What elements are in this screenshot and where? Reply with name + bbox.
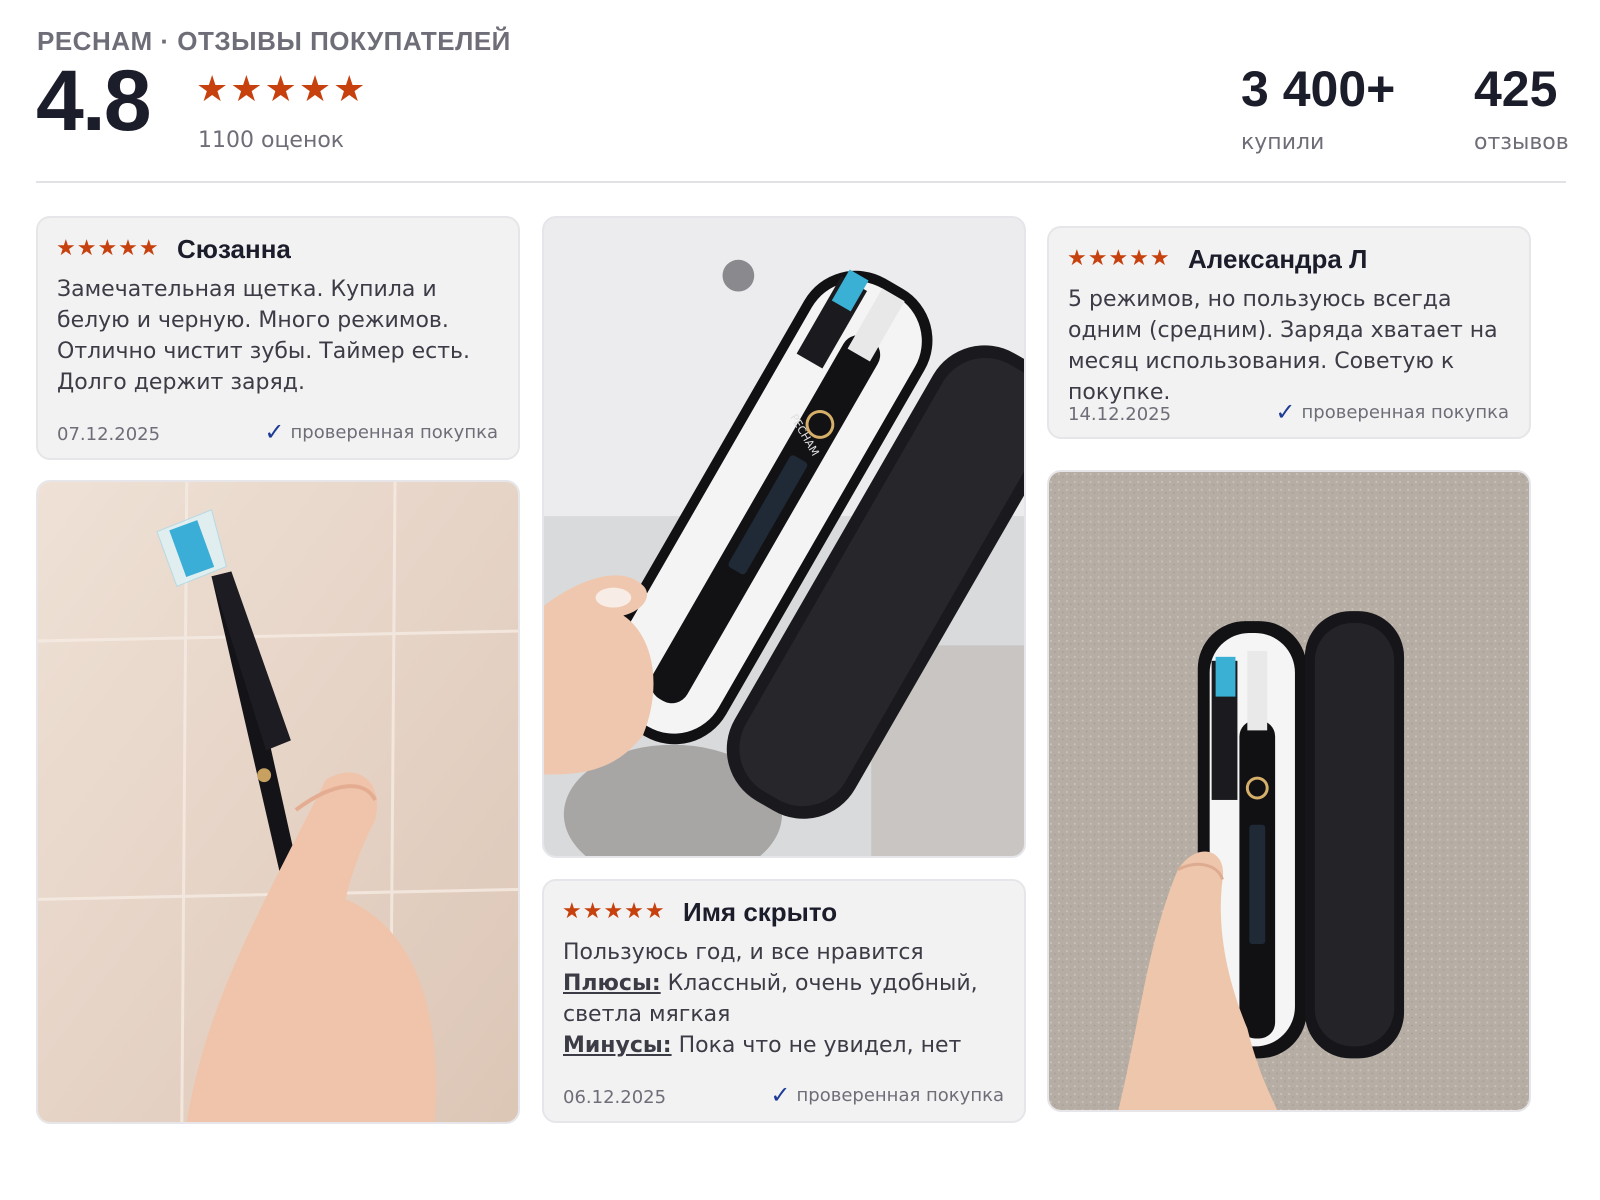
review-photo[interactable]: PECHAM bbox=[542, 216, 1026, 858]
header-divider bbox=[36, 181, 1566, 183]
review-date: 14.12.2025 bbox=[1068, 404, 1172, 425]
verified-purchase: ✓ проверенная покупка bbox=[264, 420, 498, 444]
reviews-number: 425 bbox=[1474, 61, 1558, 117]
reviews-label: отзывов bbox=[1474, 130, 1569, 155]
review-photo[interactable] bbox=[1047, 470, 1531, 1112]
toothbrush-case-photo: PECHAM bbox=[544, 218, 1024, 856]
verified-purchase: ✓ проверенная покупка bbox=[1275, 400, 1509, 424]
reviews-stat: 425 отзывов bbox=[1474, 64, 1569, 155]
check-icon: ✓ bbox=[264, 418, 285, 446]
review-author: Сюзанна bbox=[177, 234, 291, 264]
review-card: ★★★★★ Александра Л 5 режимов, но пользую… bbox=[1047, 226, 1531, 439]
average-rating: 4.8 bbox=[36, 53, 152, 149]
cons-label: Минусы: bbox=[563, 1033, 672, 1058]
verified-purchase: ✓ проверенная покупка bbox=[770, 1083, 1004, 1107]
review-pros: Плюсы: Классный, очень удобный, bbox=[563, 968, 1018, 999]
check-icon: ✓ bbox=[770, 1081, 791, 1109]
review-date: 07.12.2025 bbox=[57, 424, 161, 445]
review-date: 06.12.2025 bbox=[563, 1087, 667, 1108]
rating-stars-icon: ★★★★★ bbox=[196, 69, 368, 110]
review-card: ★★★★★ Имя скрыто Пользуюсь год, и все нр… bbox=[542, 879, 1026, 1123]
review-text: Замечательная щетка. Купила и белую и че… bbox=[57, 277, 470, 395]
review-author: Александра Л bbox=[1188, 244, 1368, 274]
review-photo[interactable] bbox=[36, 480, 520, 1124]
review-line: Пользуюсь год, и все нравится bbox=[563, 940, 924, 965]
bought-number: 3 400+ bbox=[1241, 61, 1396, 117]
verified-label: проверенная покупка bbox=[1301, 401, 1509, 423]
verified-label: проверенная покупка bbox=[290, 421, 498, 443]
pros-label: Плюсы: bbox=[563, 971, 661, 996]
bought-stat: 3 400+ купили bbox=[1241, 64, 1395, 155]
pros-text: Классный, очень удобный, bbox=[660, 971, 978, 996]
verified-label: проверенная покупка bbox=[796, 1084, 1004, 1106]
bought-label: купили bbox=[1241, 130, 1325, 155]
pros-text-continued: светла мягкая bbox=[563, 1002, 731, 1027]
star-icon: ★★★★★ bbox=[56, 236, 160, 261]
ratings-count: 1100 оценок bbox=[198, 128, 345, 153]
case-in-hand-photo bbox=[1049, 472, 1529, 1110]
check-icon: ✓ bbox=[1275, 398, 1296, 426]
review-text: 5 режимов, но пользуюсь всегда одним (ср… bbox=[1068, 287, 1498, 405]
star-icon: ★★★★★ bbox=[1067, 246, 1171, 271]
star-icon: ★★★★★ bbox=[562, 899, 666, 924]
review-card: ★★★★★ Сюзанна Замечательная щетка. Купил… bbox=[36, 216, 520, 460]
toothbrush-photo bbox=[38, 482, 518, 1122]
review-author: Имя скрыто bbox=[683, 897, 838, 927]
review-cons: Минусы: Пока что не увидел, нет bbox=[563, 1030, 1018, 1061]
review-text: Пользуюсь год, и все нравится Плюсы: Кла… bbox=[563, 937, 1018, 1061]
cons-text: Пока что не увидел, нет bbox=[671, 1033, 962, 1058]
